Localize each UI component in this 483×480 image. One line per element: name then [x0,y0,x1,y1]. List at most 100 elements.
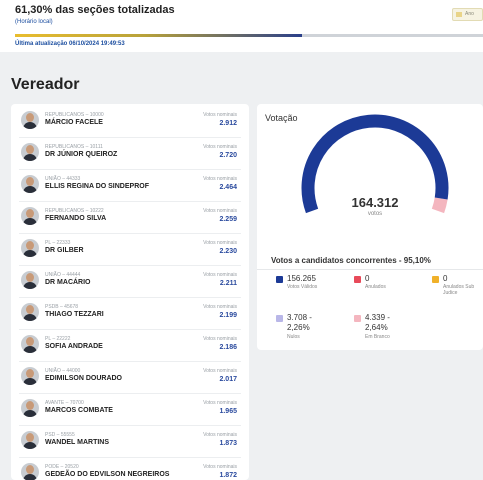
last-update-text: Última atualização 06/10/2024 19:49:53 [15,41,125,47]
local-time-link[interactable]: (Horário local) [15,19,53,25]
candidate-name: THIAGO TEZZARI [45,311,104,318]
candidate-row[interactable]: UNIÃO – 44000 EDIMILSON DOURADO Votos nomi… [11,362,249,394]
candidate-name: DR GILBER [45,247,84,254]
candidate-photo [21,271,39,289]
candidate-photo [21,175,39,193]
candidate-votes: 2.230 [219,248,237,255]
candidate-name: GEDEÃO DO EDVILSON NEGREIROS [45,471,170,478]
results-header: 61,30% das seções totalizadas (Horário l… [0,0,483,52]
candidate-photo [21,143,39,161]
total-votes-label: votos [367,211,383,217]
votacao-card: Votação 164.312 votos Votos a candidatos… [257,104,483,350]
candidate-votes: 1.965 [219,408,237,415]
candidate-row[interactable]: PODE – 20520 GEDEÃO DO EDVILSON NEGREIROS… [11,458,249,480]
year-icon [456,12,462,17]
candidate-row[interactable]: REPUBLICANOS – 10000 MÁRCIO FACELE Votos n… [11,106,249,138]
candidate-votes: 1.872 [219,472,237,479]
stat-value: 0 [365,274,370,283]
candidate-vote-type: Votos nominais [203,304,237,310]
stat-label: Anulados [365,284,386,290]
candidate-party: REPUBLICANOS – 10111 [45,144,103,150]
candidate-row[interactable]: REPUBLICANOS – 10111 DR JÚNIOR QUEIROZ Vot… [11,138,249,170]
candidate-photo [21,111,39,129]
year-toggle-button[interactable]: Ano [452,8,483,21]
stat-color-swatch [432,276,439,283]
candidate-vote-type: Votos nominais [203,112,237,118]
candidate-party: PL – 22222 [45,336,71,342]
stat-color-swatch [276,315,283,322]
candidate-party: AVANTE – 70700 [45,400,84,406]
candidate-party: UNIÃO – 44333 [45,176,81,182]
candidate-row[interactable]: REPUBLICANOS – 10222 FERNANDO SILVA Votos … [11,202,249,234]
candidate-photo [21,303,39,321]
stat-label: Em Branco [365,334,390,340]
candidate-votes: 2.017 [219,376,237,383]
stat-label: Votos Válidos [287,284,318,290]
candidate-party: PODE – 20520 [45,464,79,470]
stat-label: Anulados Sub Judice [443,284,475,296]
candidate-photo [21,239,39,257]
candidate-row[interactable]: UNIÃO – 44333 ELLIS REGINA DO SINDEPROF Vo… [11,170,249,202]
gauge-rest-arc [431,197,448,214]
candidate-row[interactable]: PL – 22333 DR GILBER Votos nominais 2.230 [11,234,249,266]
candidate-name: MARCOS COMBATE [45,407,113,414]
candidate-vote-type: Votos nominais [203,176,237,182]
candidate-row[interactable]: UNIÃO – 44444 DR MACÁRIO Votos nominais 2.2… [11,266,249,298]
candidate-list: REPUBLICANOS – 10000 MÁRCIO FACELE Votos n… [11,104,249,480]
candidate-name: SOFIA ANDRADE [45,343,103,350]
candidate-name: DR JÚNIOR QUEIROZ [45,151,118,158]
candidate-party: PL – 22333 [45,240,71,246]
total-votes-number: 164.312 [351,195,399,210]
candidate-party: REPUBLICANOS – 10222 [45,208,104,214]
candidate-row[interactable]: AVANTE – 70700 MARCOS COMBATE Votos nomina… [11,394,249,426]
candidate-photo [21,399,39,417]
stat-value: 0 [443,274,448,283]
candidate-votes: 2.912 [219,120,237,127]
stat-value: 4.339 - 2,64% [365,313,390,332]
concorrentes-title: Votos a candidatos concorrentes - 95,10% [271,256,431,265]
stat-value: 156.265 [287,274,316,283]
stat-color-swatch [354,315,361,322]
candidate-vote-type: Votos nominais [203,368,237,374]
candidate-party: PSD – 55555 [45,432,75,438]
candidate-vote-type: Votos nominais [203,144,237,150]
totalization-progress-bar [15,34,483,37]
candidate-vote-type: Votos nominais [203,240,237,246]
candidate-votes: 1.873 [219,440,237,447]
year-toggle-label: Ano [465,11,474,17]
candidate-name: ELLIS REGINA DO SINDEPROF [45,183,149,190]
candidate-name: FERNANDO SILVA [45,215,107,222]
candidate-party: UNIÃO – 44444 [45,272,81,278]
candidate-name: DR MACÁRIO [45,279,91,286]
candidate-votes: 2.464 [219,184,237,191]
candidate-row[interactable]: PSD – 55555 WANDEL MARTINS Votos nominais 1… [11,426,249,458]
candidate-name: WANDEL MARTINS [45,439,110,446]
stat-color-swatch [276,276,283,283]
candidate-photo [21,367,39,385]
candidate-row[interactable]: PL – 22222 SOFIA ANDRADE Votos nominais 2.1… [11,330,249,362]
divider [257,269,483,270]
stat-value: 3.708 - 2,26% [287,313,312,332]
stat-label: Nulos [287,334,300,340]
totalization-progress-fill [15,34,302,37]
candidate-photo [21,335,39,353]
page-title: Vereador [11,76,80,93]
candidate-votes: 2.259 [219,216,237,223]
candidate-name: EDIMILSON DOURADO [45,375,122,382]
candidate-row[interactable]: PSDB – 45678 THIAGO TEZZARI Votos nominais… [11,298,249,330]
candidate-votes: 2.211 [219,280,237,287]
votes-gauge [301,114,449,214]
candidate-party: UNIÃO – 44000 [45,368,81,374]
candidate-votes: 2.186 [219,344,237,351]
candidate-vote-type: Votos nominais [203,336,237,342]
candidate-party: PSDB – 45678 [45,304,79,310]
candidate-vote-type: Votos nominais [203,208,237,214]
candidate-name: MÁRCIO FACELE [45,119,103,126]
totalized-sections-title: 61,30% das seções totalizadas [15,4,175,16]
candidate-photo [21,431,39,449]
candidate-photo [21,207,39,225]
candidate-vote-type: Votos nominais [203,464,237,470]
candidate-party: REPUBLICANOS – 10000 [45,112,104,118]
stat-color-swatch [354,276,361,283]
candidate-photo [21,463,39,480]
